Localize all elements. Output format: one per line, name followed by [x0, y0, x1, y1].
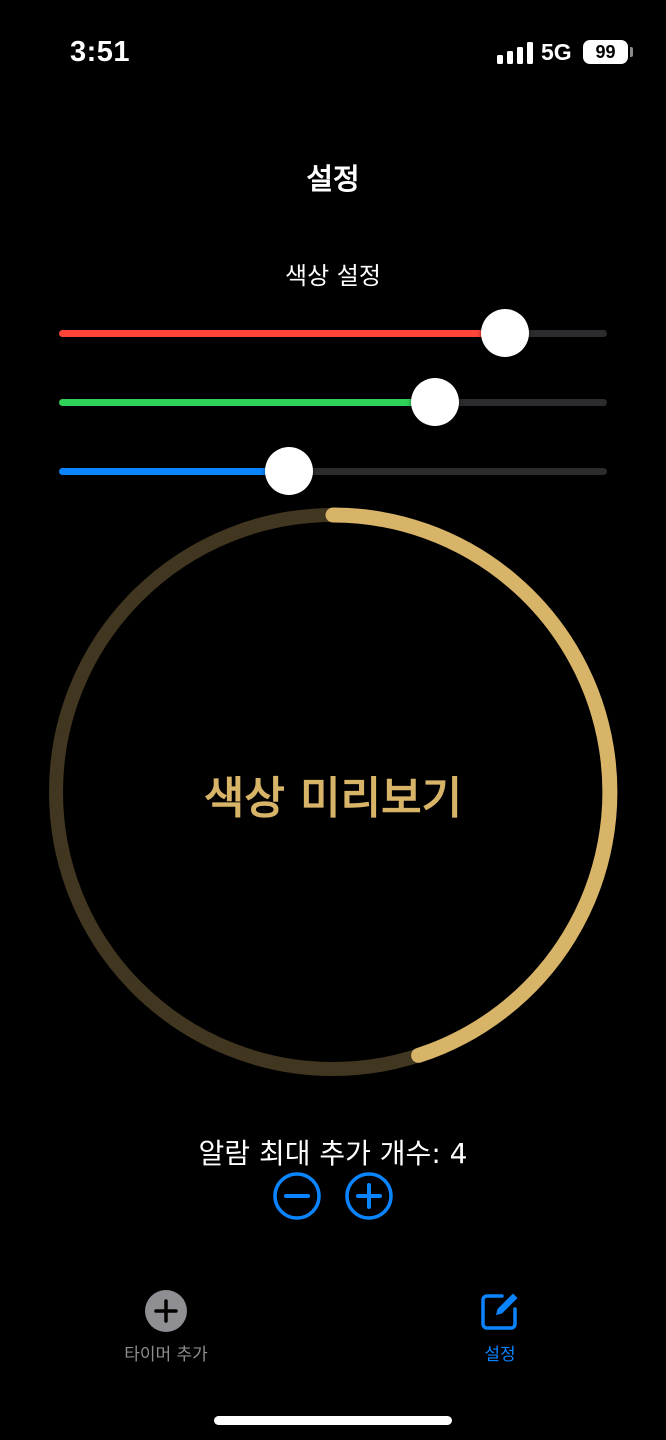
increment-button[interactable]: [345, 1172, 393, 1220]
alarm-max-count-label: 알람 최대 추가 개수: 4: [198, 1137, 468, 1170]
tab-settings[interactable]: 설정: [415, 1290, 585, 1365]
home-indicator: [214, 1416, 452, 1425]
tab-add-timer-label: 타이머 추가: [124, 1345, 208, 1365]
decrement-button[interactable]: [273, 1172, 321, 1220]
plus-circle-icon: [345, 1172, 393, 1220]
minus-circle-icon: [273, 1172, 321, 1220]
tab-add-timer[interactable]: 타이머 추가: [81, 1290, 251, 1365]
color-preview-label: 색상 미리보기: [203, 773, 463, 824]
color-preview-ring: [49, 507, 618, 1076]
tab-bar: 타이머 추가 설정: [0, 1290, 666, 1390]
tab-settings-label: 설정: [484, 1345, 516, 1365]
square-pencil-icon: [481, 1293, 518, 1330]
plus-circle-icon: [145, 1290, 187, 1332]
